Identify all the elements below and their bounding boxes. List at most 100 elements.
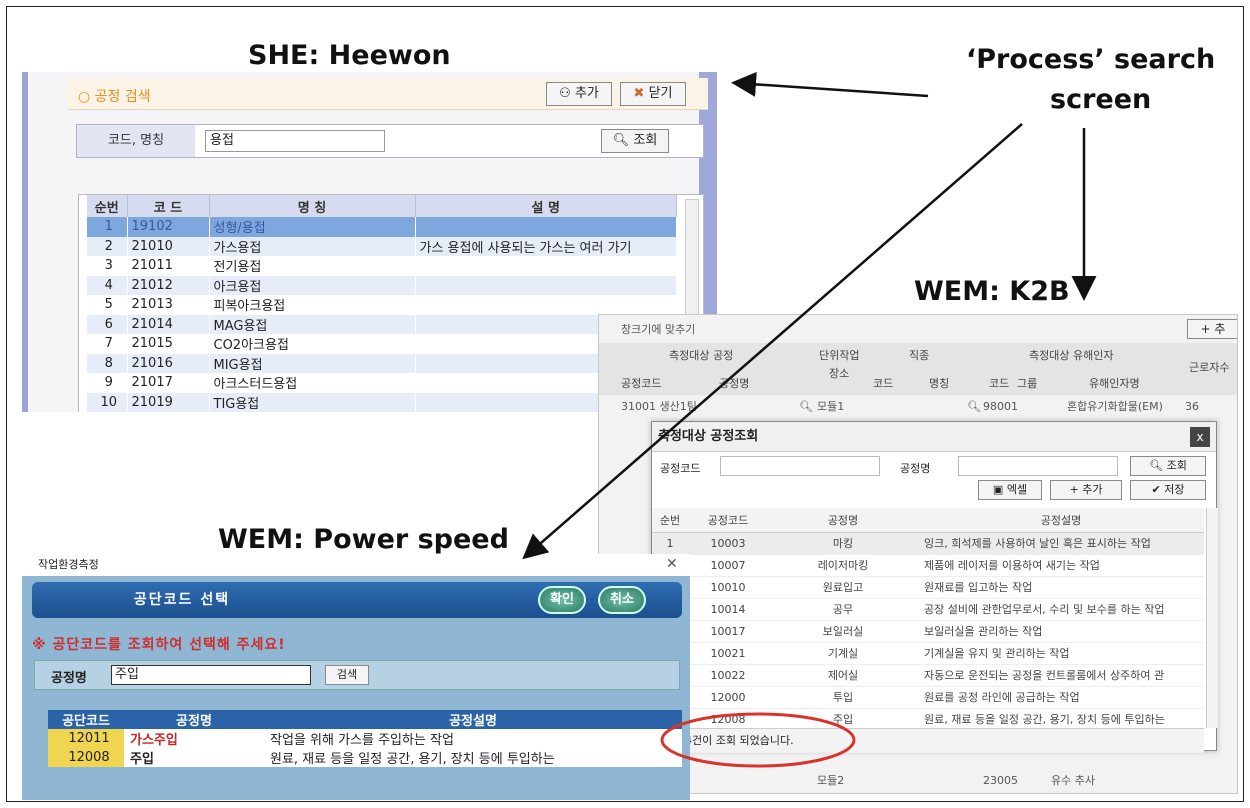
process-lookup-dialog: 측정대상 공정조회 x 공정코드 공정명 🔍︎ 조회 ▣ 엑셀 + 추가 ✔ 저…: [651, 421, 1218, 753]
k2b-add-button[interactable]: + 추: [1187, 319, 1237, 339]
table-row[interactable]: 2 21010 가스용접 가스 용접에 사용되는 가스는 여러 가기: [87, 236, 677, 256]
table-row[interactable]: 10014 공무 공장 설비에 관한업무로서, 수리 및 보수를 하는 작업: [652, 598, 1204, 621]
cell-name: CO2아크용접: [209, 334, 416, 354]
cell-no: 2: [87, 236, 128, 256]
ps-search-input[interactable]: 주입: [111, 665, 311, 685]
row-count: 36: [1185, 400, 1199, 413]
table-row[interactable]: 12008 주입 원료, 재료 등을 일정 공간, 용기, 장치 등에 투입하는: [48, 748, 682, 767]
col-header[interactable]: 설 명: [415, 195, 677, 217]
table-row[interactable]: 3 21011 전기용접: [87, 256, 677, 276]
k2b-row[interactable]: 31001 생산1팀 🔍︎ 모듈1 🔍︎ 98001 혼합유기화합물(EM) 3…: [599, 397, 1237, 417]
cell-code: 12000: [688, 686, 768, 709]
cell-desc: [415, 256, 677, 276]
code-input[interactable]: [720, 456, 880, 476]
name-input[interactable]: [958, 456, 1118, 476]
cell-code: 12011: [48, 729, 124, 748]
table-row[interactable]: 8 21016 MIG용접: [87, 353, 677, 373]
table-row[interactable]: 7 21015 CO2아크용접: [87, 334, 677, 354]
col-header[interactable]: 공정명: [124, 710, 264, 729]
cell-no: 3: [87, 256, 128, 276]
cancel-button[interactable]: 취소: [598, 586, 646, 614]
table-row[interactable]: 12000 투입 원료를 공정 라인에 공급하는 작업: [652, 686, 1204, 709]
close-icon[interactable]: x: [1190, 427, 1210, 447]
table-row[interactable]: 1 19102 성형/용접: [87, 217, 677, 237]
close-icon: ✖: [633, 86, 645, 101]
search-icon[interactable]: 🔍︎: [967, 397, 981, 417]
table-row[interactable]: 10007 레이저마킹 제품에 레이저를 이용하여 새기는 작업: [652, 554, 1204, 577]
cell-name: 마킹: [768, 532, 918, 555]
cell-no: 6: [87, 314, 128, 334]
ps-warning: ※ 공단코드를 조회하여 선택해 주세요!: [32, 637, 286, 653]
col-header[interactable]: 순번: [652, 508, 688, 533]
col-header[interactable]: 명 칭: [209, 195, 416, 217]
cell-code: 10017: [688, 620, 768, 643]
dialog-add-button[interactable]: + 추가: [1050, 480, 1122, 500]
cell-name: 공무: [768, 598, 918, 621]
col-header[interactable]: 공정코드: [688, 508, 768, 533]
cell-no: 1: [652, 532, 688, 555]
table-row[interactable]: 6 21014 MAG용접: [87, 314, 677, 334]
table-row[interactable]: 9 21017 아크스터드용접: [87, 373, 677, 393]
cell-name: 보일러실: [768, 620, 918, 643]
cell-code: 10021: [688, 642, 768, 665]
ps-banner: 공단코드 선택 확인 취소: [32, 582, 682, 618]
she-search-button[interactable]: 🔍︎ 조회: [601, 129, 669, 153]
plus-icon: +: [1069, 483, 1079, 496]
hdr-workers: 근로자수: [1189, 361, 1230, 374]
col-header[interactable]: 공정설명: [918, 508, 1204, 533]
excel-button[interactable]: ▣ 엑셀: [978, 480, 1042, 500]
close-icon[interactable]: ✕: [666, 556, 678, 572]
she-search-input[interactable]: 용접: [205, 130, 385, 152]
col-header[interactable]: 공정명: [768, 508, 918, 533]
hdr-code3: 코드: [989, 377, 1010, 390]
table-row[interactable]: 5 21013 피복아크용접: [87, 295, 677, 315]
table-row[interactable]: 10021 기계실 기계실을 유지 및 관리하는 작업: [652, 642, 1204, 665]
cell-code: 19102: [127, 217, 210, 237]
dialog-title: 측정대상 공정조회: [652, 422, 1216, 452]
table-row[interactable]: 4 21012 아크용접: [87, 275, 677, 295]
table-row[interactable]: 1 10003 마킹 잉크, 희석제를 사용하여 날인 혹은 표시하는 작업: [652, 532, 1204, 555]
col-header[interactable]: 코 드: [127, 195, 210, 217]
cell-desc: 보일러실을 관리하는 작업: [918, 620, 1204, 643]
ok-button[interactable]: 확인: [538, 586, 586, 614]
she-title-bar: ○ 공정 검색 ⚇ 추가 ✖ 닫기: [68, 78, 708, 110]
row-unit: 모듈2: [817, 774, 845, 787]
cell-name: 제어실: [768, 664, 918, 687]
dialog-scrollbar[interactable]: [1206, 508, 1218, 728]
cell-name: TIG용접: [209, 392, 416, 412]
dialog-search-button[interactable]: 🔍︎ 조회: [1130, 456, 1206, 476]
col-header[interactable]: 순번: [87, 195, 128, 217]
k2b-panel: 창크기에 맞추기 + 추 측정대상 공정 단위작업 장소 직종 측정대상 유해인…: [598, 314, 1238, 794]
cell-desc: 자동으로 운전되는 공정을 컨트롤룸에서 상주하여 관: [918, 664, 1204, 687]
fit-window-option[interactable]: 창크기에 맞추기: [599, 319, 1237, 341]
hdr-name2: 명칭: [929, 377, 950, 390]
hdr-process: 측정대상 공정: [669, 349, 734, 362]
k2b-row[interactable]: 모듈2 23005 유수 추사: [599, 771, 1237, 791]
ps-search-label: 공정명: [51, 671, 87, 686]
cell-desc: 원재료를 입고하는 작업: [918, 576, 1204, 599]
table-row[interactable]: 10010 원료입고 원재료를 입고하는 작업: [652, 576, 1204, 599]
ps-search-button[interactable]: 검색: [325, 665, 369, 685]
she-search-label: 코드, 명칭: [77, 125, 195, 157]
search-icon[interactable]: 🔍︎: [799, 397, 813, 417]
search-icon: 🔍︎: [1149, 459, 1164, 472]
col-header[interactable]: 공단코드: [48, 710, 124, 729]
hdr-unit: 단위작업: [819, 349, 860, 362]
table-row[interactable]: 12008 주입 원료, 재료 등을 일정 공간, 용기, 장치 등에 투입하는: [652, 708, 1204, 731]
table-row[interactable]: 10 21019 TIG용접: [87, 392, 677, 412]
save-button[interactable]: ✔ 저장: [1130, 480, 1206, 500]
she-title: ○ 공정 검색: [78, 89, 151, 105]
hdr-name: 공정명: [719, 377, 750, 390]
cell-no: 4: [87, 275, 128, 295]
she-add-button[interactable]: ⚇ 추가: [546, 82, 612, 106]
cell-code: 10007: [688, 554, 768, 577]
cell-name: 가스주입: [130, 733, 178, 748]
table-row[interactable]: 10022 제어실 자동으로 운전되는 공정을 컨트롤룸에서 상주하여 관: [652, 664, 1204, 687]
table-row[interactable]: 10017 보일러실 보일러실을 관리하는 작업: [652, 620, 1204, 643]
col-header[interactable]: 공정설명: [264, 710, 682, 729]
table-row[interactable]: 12011 가스주입 작업을 위해 가스를 주입하는 작업: [48, 729, 682, 748]
powerspeed-panel: 작업환경측정 ✕ 공단코드 선택 확인 취소 ※ 공단코드를 조회하여 선택해 …: [22, 554, 690, 800]
cell-no: 7: [87, 334, 128, 354]
check-icon: ✔: [1151, 483, 1161, 496]
she-close-button[interactable]: ✖ 닫기: [620, 82, 686, 106]
